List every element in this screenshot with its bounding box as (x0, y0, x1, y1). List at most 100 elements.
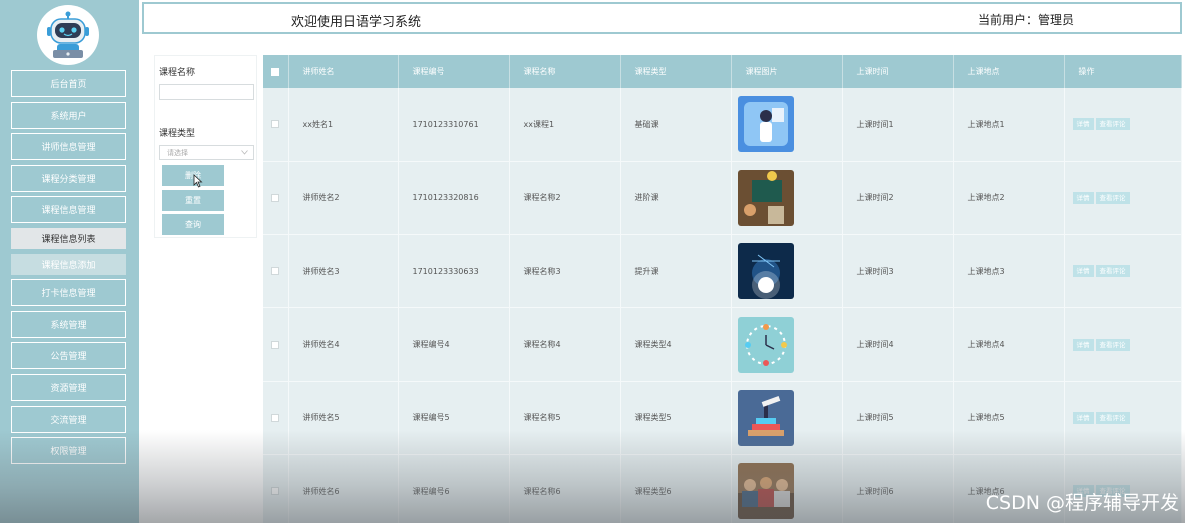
filter-panel: 课程名称 课程类型 请选择 删除 重置 查询 (154, 55, 257, 238)
detail-button[interactable]: 详情 (1072, 411, 1094, 424)
table-row: 讲师姓名2 1710123320816 课程名称2 进阶课 上课时间2 上课地点2 详情 查看… (263, 161, 1182, 236)
cell-place: 上课地点3 (953, 234, 1065, 309)
cell-place: 上课地点5 (953, 381, 1065, 455)
course-name-label: 课程名称 (159, 68, 196, 78)
course-type-label: 课程类型 (159, 129, 196, 139)
course-image (737, 169, 794, 226)
sidebar-menu: 后台首页系统用户讲师信息管理 课程分类管理 课程信息管理课程信息列表 课程信息添加打卡… (11, 70, 126, 469)
reset-button[interactable]: 重置 (162, 190, 224, 211)
detail-button[interactable]: 详情 (1072, 118, 1094, 131)
column-header-3: 课程类型 (620, 55, 732, 88)
cell-image (731, 161, 843, 236)
current-user: 当前用户：管理员 (978, 11, 1074, 28)
cell-image (731, 454, 843, 523)
cell-code: 1710123310761 (398, 88, 510, 162)
chevron-down-icon (241, 150, 248, 155)
sidebar-item-11[interactable]: 交流管理 (11, 405, 126, 433)
detail-button[interactable]: 详情 (1072, 191, 1094, 204)
cell-code: 1710123330633 (398, 234, 510, 309)
row-checkbox[interactable] (263, 161, 289, 236)
welcome-title: 欢迎使用日语学习系统 (291, 15, 422, 30)
course-image (737, 243, 794, 300)
query-button[interactable]: 查询 (162, 214, 224, 235)
detail-button[interactable]: 详情 (1072, 265, 1094, 278)
course-name-input[interactable] (159, 84, 254, 100)
cell-course-name: 课程名称4 (509, 307, 621, 382)
course-image (737, 463, 794, 520)
sidebar-item-6[interactable]: 课程信息添加 (11, 253, 126, 275)
select-all-checkbox[interactable] (263, 55, 289, 88)
row-checkbox[interactable] (263, 381, 289, 455)
cell-code: 课程编号4 (398, 307, 510, 382)
detail-button[interactable]: 详情 (1072, 338, 1094, 351)
course-image (737, 316, 794, 373)
cell-image (731, 234, 843, 309)
column-header-7: 操作 (1064, 55, 1182, 88)
sidebar: 后台首页系统用户讲师信息管理 课程分类管理 课程信息管理课程信息列表 课程信息添加打卡… (0, 0, 139, 523)
cell-course-type: 基础课 (620, 88, 732, 162)
cell-teacher: 讲师姓名3 (288, 234, 399, 309)
cell-teacher: 讲师姓名2 (288, 161, 399, 236)
column-header-2: 课程名称 (509, 55, 621, 88)
cell-course-name: xx课程1 (509, 88, 621, 162)
cell-actions: 详情 查看评论 (1064, 161, 1182, 236)
cell-time: 上课时间1 (842, 88, 954, 162)
cell-time: 上课时间3 (842, 234, 954, 309)
cell-course-type: 提升课 (620, 234, 732, 309)
cell-course-type: 课程类型5 (620, 381, 732, 455)
mouse-pointer-icon (193, 174, 203, 188)
top-header: 欢迎使用日语学习系统 当前用户：管理员 (142, 2, 1182, 34)
course-image (737, 96, 794, 153)
course-image (737, 389, 794, 446)
sidebar-item-10[interactable]: 资源管理 (11, 373, 126, 401)
row-checkbox[interactable] (263, 88, 289, 162)
cell-course-type: 进阶课 (620, 161, 732, 236)
cell-course-name: 课程名称3 (509, 234, 621, 309)
cell-course-type: 课程类型4 (620, 307, 732, 382)
row-checkbox[interactable] (263, 454, 289, 523)
cell-time: 上课时间2 (842, 161, 954, 236)
course-type-select[interactable]: 请选择 (159, 145, 254, 160)
table-header-row: 讲师姓名 课程编号 课程名称 课程类型 课程图片 上课时间 上课地点 操作 (263, 55, 1182, 88)
cell-course-name: 课程名称5 (509, 381, 621, 455)
cell-code: 课程编号6 (398, 454, 510, 523)
current-user-name: 管理员 (1038, 13, 1075, 27)
cell-time: 上课时间5 (842, 381, 954, 455)
sidebar-item-0[interactable]: 后台首页 (11, 70, 126, 97)
view-comments-button[interactable]: 查看评论 (1095, 118, 1130, 131)
cell-place: 上课地点1 (953, 88, 1065, 162)
cell-code: 课程编号5 (398, 381, 510, 455)
column-header-0: 讲师姓名 (288, 55, 399, 88)
sidebar-item-8[interactable]: 系统管理 (11, 310, 126, 338)
sidebar-item-7[interactable]: 打卡信息管理 (11, 279, 126, 307)
cell-image (731, 88, 843, 162)
table-row: 讲师姓名4 课程编号4 课程名称4 课程类型4 上课时间4 上课地点4 详情 查看评论 (263, 307, 1182, 382)
sidebar-item-1[interactable]: 系统用户 (11, 101, 126, 129)
sidebar-item-2[interactable]: 讲师信息管理 (11, 133, 126, 161)
row-checkbox[interactable] (263, 307, 289, 382)
cell-actions: 详情 查看评论 (1064, 88, 1182, 162)
column-header-4: 课程图片 (731, 55, 843, 88)
view-comments-button[interactable]: 查看评论 (1095, 338, 1130, 351)
cell-place: 上课地点4 (953, 307, 1065, 382)
column-header-1: 课程编号 (398, 55, 510, 88)
cell-course-name: 课程名称6 (509, 454, 621, 523)
table-row: xx姓名1 1710123310761 xx课程1 基础课 上课时间1 上课地点1 详情 查看… (263, 88, 1182, 162)
cell-place: 上课地点2 (953, 161, 1065, 236)
column-header-5: 上课时间 (842, 55, 954, 88)
view-comments-button[interactable]: 查看评论 (1095, 265, 1130, 278)
sidebar-item-9[interactable]: 公告管理 (11, 342, 126, 370)
view-comments-button[interactable]: 查看评论 (1095, 191, 1130, 204)
course-table: 讲师姓名 课程编号 课程名称 课程类型 课程图片 上课时间 上课地点 操作 xx姓名1 1710… (263, 55, 1182, 523)
sidebar-item-5[interactable]: 课程信息列表 (11, 227, 126, 249)
table-row: 讲师姓名3 1710123330633 课程名称3 提升课 上课时间3 上课地点3 详情 查看… (263, 234, 1182, 309)
row-checkbox[interactable] (263, 234, 289, 309)
cell-actions: 详情 查看评论 (1064, 234, 1182, 309)
sidebar-item-3[interactable]: 课程分类管理 (11, 164, 126, 192)
sidebar-item-4[interactable]: 课程信息管理 (11, 196, 126, 224)
cell-image (731, 307, 843, 382)
cell-course-name: 课程名称2 (509, 161, 621, 236)
sidebar-item-12[interactable]: 权限管理 (11, 437, 126, 465)
table-row: 讲师姓名5 课程编号5 课程名称5 课程类型5 上课时间5 上课地点5 详情 查看评论 (263, 381, 1182, 455)
view-comments-button[interactable]: 查看评论 (1095, 411, 1130, 424)
